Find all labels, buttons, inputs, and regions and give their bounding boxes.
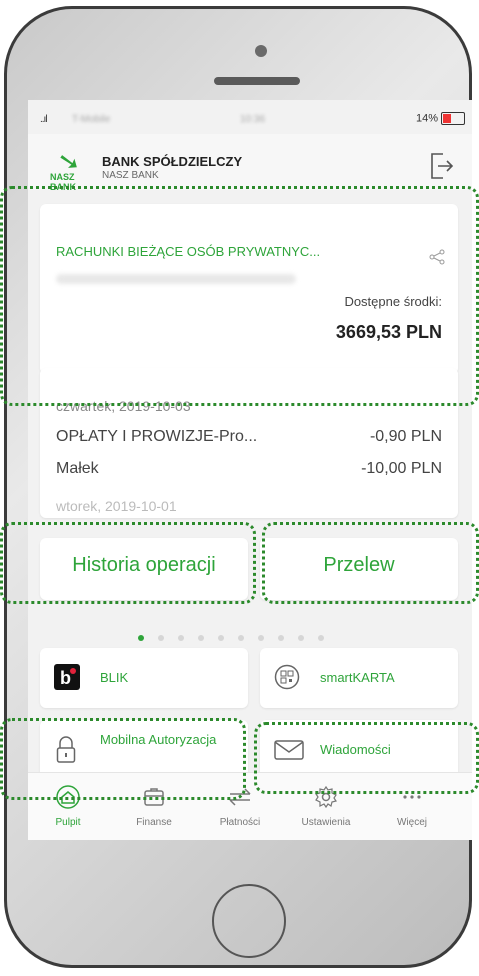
available-balance: 3669,53 PLN <box>335 322 442 342</box>
page-dot[interactable] <box>158 635 164 641</box>
speaker-icon <box>214 77 300 85</box>
tab-label: Pulpit <box>55 817 81 828</box>
messages-label: Wiadomości <box>320 742 391 757</box>
bank-logo: ➘ NASZ BANK <box>48 144 94 192</box>
tab-label: Więcej <box>396 817 427 828</box>
more-icon <box>403 795 421 799</box>
app-header: ➘ NASZ BANK BANK SPÓŁDZIELCZY NASZ BANK <box>28 134 472 192</box>
tab-wiecej[interactable]: Więcej <box>372 773 452 840</box>
blik-icon: b <box>54 664 80 690</box>
status-bar: ..ıl T-Mobile 10:36 14% <box>28 100 472 134</box>
share-icon[interactable] <box>428 248 446 271</box>
mobile-auth-tile[interactable]: Mobilna Autoryzacja <box>40 720 248 780</box>
tab-label: Ustawienia <box>301 817 351 828</box>
smartkarta-icon <box>274 664 300 690</box>
home-icon <box>56 785 80 809</box>
signal-icon: ..ıl <box>40 114 48 125</box>
account-title: RACHUNKI BIEŻĄCE OSÓB PRYWATNYC... <box>56 244 321 259</box>
bank-name: BANK SPÓŁDZIELCZY <box>102 154 243 169</box>
tab-label: Płatności <box>219 817 261 828</box>
messages-tile[interactable]: Wiadomości <box>260 720 458 780</box>
history-card[interactable]: czwartek, 2019-10-03 OPŁATY I PROWIZJE-P… <box>40 368 458 518</box>
carrier-name: T-Mobile <box>72 114 111 125</box>
smartkarta-tile[interactable]: smartKARTA <box>260 648 458 708</box>
tab-finanse[interactable]: Finanse <box>114 773 194 840</box>
account-number <box>56 274 296 284</box>
tab-label: Finanse <box>136 817 172 828</box>
page-indicator <box>138 628 338 646</box>
page-dot[interactable] <box>298 635 304 641</box>
history-row[interactable]: Małek -10,00 PLN <box>56 460 442 478</box>
gear-icon <box>315 785 337 809</box>
tab-platnosci[interactable]: Płatności <box>200 773 280 840</box>
blik-label: BLIK <box>100 670 129 685</box>
page-dot[interactable] <box>258 635 264 641</box>
bank-subtitle: NASZ BANK <box>102 170 159 181</box>
history-row[interactable]: OPŁATY I PROWIZJE-Pro... -0,90 PLN <box>56 428 442 446</box>
tab-ustawienia[interactable]: Ustawienia <box>286 773 366 840</box>
history-date: wtorek, 2019-10-01 <box>56 498 177 514</box>
logout-icon[interactable] <box>428 152 454 180</box>
status-time: 10:36 <box>240 114 266 125</box>
battery-status: 14% <box>416 112 466 125</box>
history-row-name: Małek <box>56 460 99 477</box>
history-button-label: Historia operacji <box>72 554 216 576</box>
page-dot[interactable] <box>198 635 204 641</box>
page-dot[interactable] <box>138 635 144 641</box>
page-dot[interactable] <box>318 635 324 641</box>
blik-tile[interactable]: b BLIK <box>40 648 248 708</box>
camera-icon <box>255 45 267 57</box>
smartkarta-label: smartKARTA <box>320 670 395 685</box>
history-row-amount: -0,90 PLN <box>369 428 442 445</box>
page-dot[interactable] <box>278 635 284 641</box>
mobile-auth-label: Mobilna Autoryzacja <box>100 732 217 747</box>
transfer-arrows-icon <box>229 788 251 806</box>
svg-text:b: b <box>60 668 71 688</box>
page-dot[interactable] <box>238 635 244 641</box>
home-button[interactable] <box>212 884 286 958</box>
history-date: czwartek, 2019-10-03 <box>56 398 191 414</box>
battery-icon <box>441 112 466 125</box>
bottom-tab-bar: Pulpit Finanse Płatności Ustawienia Więc… <box>28 772 472 840</box>
envelope-icon <box>274 740 304 760</box>
page-dot[interactable] <box>218 635 224 641</box>
page-dot[interactable] <box>178 635 184 641</box>
app-screen: ..ıl T-Mobile 10:36 14% ➘ NASZ BANK BANK… <box>28 100 472 840</box>
history-row-name: OPŁATY I PROWIZJE-Pro... <box>56 428 258 445</box>
transfer-button-label: Przelew <box>323 554 395 576</box>
transfer-button[interactable]: Przelew <box>260 538 458 600</box>
account-card[interactable]: RACHUNKI BIEŻĄCE OSÓB PRYWATNYC... Dostę… <box>40 204 458 374</box>
tab-pulpit[interactable]: Pulpit <box>28 773 108 840</box>
wallet-icon <box>144 788 164 806</box>
history-row-amount: -10,00 PLN <box>361 460 442 477</box>
available-label: Dostępne środki: <box>344 294 442 309</box>
history-button[interactable]: Historia operacji <box>40 538 248 600</box>
battery-percent: 14% <box>416 112 439 125</box>
logo-text: NASZ BANK <box>50 172 76 192</box>
lock-icon <box>56 736 76 763</box>
